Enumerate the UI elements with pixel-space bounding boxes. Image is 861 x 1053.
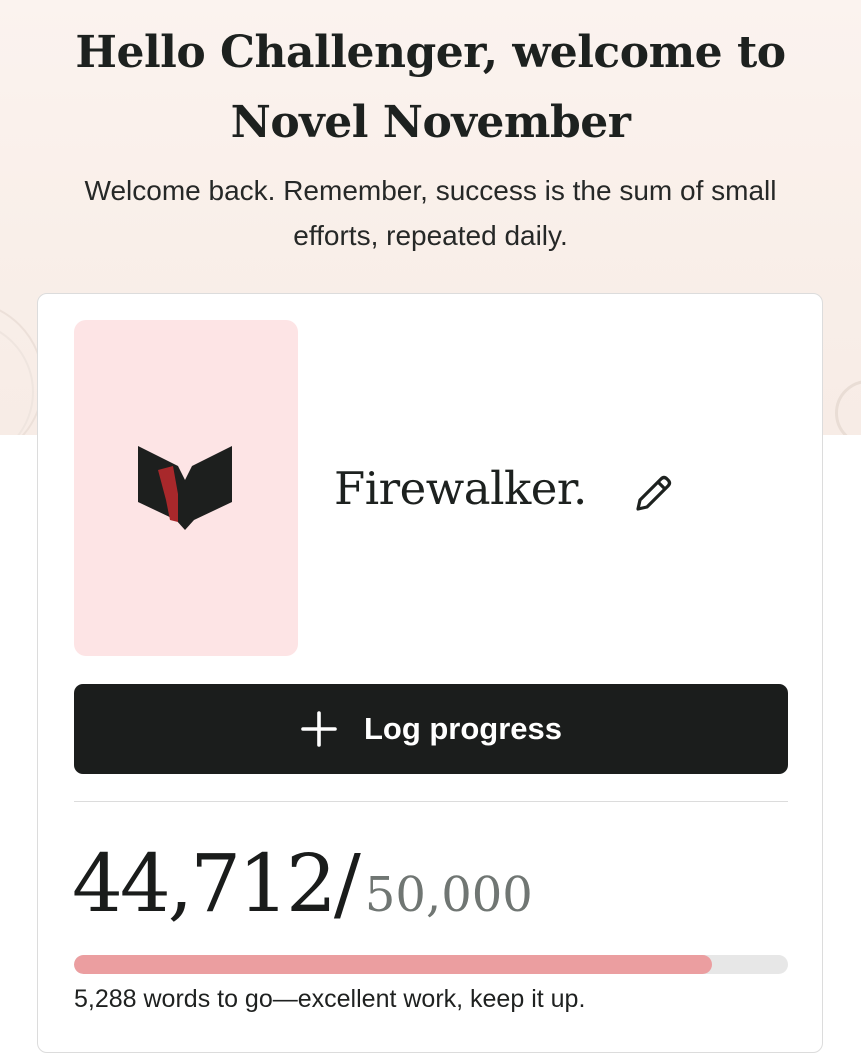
log-progress-label: Log progress bbox=[363, 711, 563, 746]
pencil-icon[interactable] bbox=[630, 471, 676, 517]
progress-bar bbox=[74, 955, 788, 974]
words-written: 44,712 bbox=[72, 837, 337, 930]
page-title: Hello Challenger, welcome to Novel Novem… bbox=[75, 27, 786, 148]
word-count: 44,712/50,000 bbox=[72, 834, 533, 934]
divider bbox=[74, 801, 788, 802]
log-progress-button[interactable]: Log progress bbox=[74, 684, 788, 774]
decorative-ring bbox=[835, 380, 861, 435]
count-separator: / bbox=[333, 837, 361, 930]
words-remaining-message: 5,288 words to go—excellent work, keep i… bbox=[74, 985, 586, 1013]
book-logo-icon bbox=[138, 446, 232, 530]
project-cover[interactable] bbox=[74, 320, 298, 656]
project-card: Firewalker. Log progress 44,712/50,000 5… bbox=[37, 293, 823, 1053]
welcome-message: Welcome back. Remember, success is the s… bbox=[84, 175, 777, 251]
word-goal: 50,000 bbox=[364, 867, 533, 923]
plus-icon bbox=[301, 711, 337, 747]
project-title: Firewalker. bbox=[334, 462, 587, 515]
progress-bar-fill bbox=[74, 955, 713, 974]
